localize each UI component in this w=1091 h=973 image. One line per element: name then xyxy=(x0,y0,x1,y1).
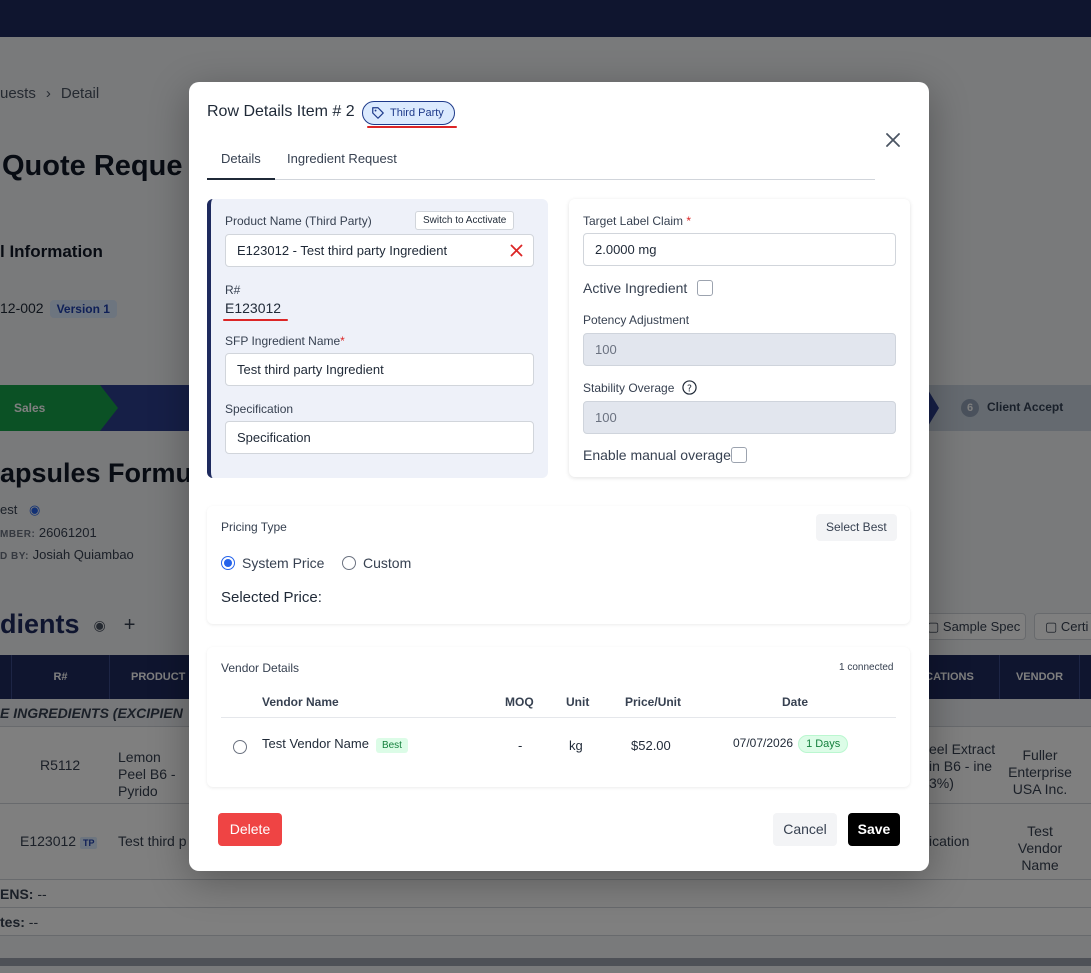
selected-price-label: Selected Price: xyxy=(221,589,322,606)
pricing-type-section: Pricing Type Select Best System Price Cu… xyxy=(207,506,910,624)
specification-label: Specification xyxy=(225,402,294,416)
tab-ingredient-request[interactable]: Ingredient Request xyxy=(273,142,411,180)
annotation-underline xyxy=(223,319,288,321)
sfp-ingredient-name-label-text: SFP Ingredient Name xyxy=(225,334,341,348)
best-badge: Best xyxy=(375,738,408,753)
vendor-details-section: Vendor Details 1 connected Vendor Name M… xyxy=(207,647,910,787)
vendor-name: Test Vendor Name xyxy=(262,736,369,751)
target-label-claim-input[interactable]: 2.0000 mg xyxy=(583,233,896,266)
modal-title: Row Details Item # 2 xyxy=(207,103,355,120)
row-details-modal: Row Details Item # 2 Third Party Details… xyxy=(189,82,929,871)
pricing-type-title: Pricing Type xyxy=(221,520,287,534)
vendor-unit: kg xyxy=(569,738,583,753)
rnum-label: R# xyxy=(225,283,241,297)
save-button[interactable]: Save xyxy=(848,813,900,846)
lead-days-badge: 1 Days xyxy=(798,735,849,753)
svg-text:?: ? xyxy=(687,383,692,394)
delete-button[interactable]: Delete xyxy=(218,813,282,846)
enable-manual-overage-checkbox[interactable] xyxy=(731,447,747,463)
third-party-badge: Third Party xyxy=(362,101,455,125)
column-header-price-unit: Price/Unit xyxy=(625,695,682,709)
active-ingredient-checkbox[interactable] xyxy=(697,280,713,296)
enable-manual-overage-label: Enable manual overage xyxy=(583,447,731,463)
modal-tabs: Details Ingredient Request xyxy=(207,142,875,180)
rnum-value: E123012 xyxy=(225,300,282,316)
tab-details[interactable]: Details xyxy=(207,142,275,180)
vendor-date-cell: 07/07/2026 1 Days xyxy=(733,735,849,753)
active-ingredient-label: Active Ingredient xyxy=(583,280,688,296)
help-question-icon[interactable]: ? xyxy=(682,380,697,395)
divider xyxy=(221,717,896,718)
vendor-details-title: Vendor Details xyxy=(221,661,300,675)
stability-overage-input[interactable]: 100 xyxy=(583,401,896,434)
column-header-moq: MOQ xyxy=(505,695,534,709)
column-header-date: Date xyxy=(782,695,809,709)
required-asterisk: * xyxy=(686,214,692,228)
product-name-label: Product Name (Third Party) xyxy=(225,214,372,228)
product-name-value: E123012 - Test third party Ingredient xyxy=(237,243,448,258)
sfp-ingredient-name-input[interactable]: Test third party Ingredient xyxy=(225,353,534,386)
potency-adjustment-input[interactable]: 100 xyxy=(583,333,896,366)
target-label-claim-label: Target Label Claim * xyxy=(583,214,691,228)
vendor-price: $52.00 xyxy=(631,738,671,753)
connected-count: 1 connected xyxy=(839,662,894,673)
system-price-label[interactable]: System Price xyxy=(242,555,324,571)
stability-overage-label: Stability Overage xyxy=(583,381,675,395)
close-icon[interactable] xyxy=(884,131,902,149)
required-asterisk: * xyxy=(340,334,345,348)
select-best-button[interactable]: Select Best xyxy=(816,514,897,541)
system-price-radio[interactable] xyxy=(221,556,235,570)
custom-price-label[interactable]: Custom xyxy=(363,555,411,571)
potency-adjustment-label: Potency Adjustment xyxy=(583,313,690,327)
vendor-date: 07/07/2026 xyxy=(733,736,794,750)
annotation-underline xyxy=(367,126,457,128)
column-header-unit: Unit xyxy=(566,695,590,709)
custom-price-radio[interactable] xyxy=(342,556,356,570)
third-party-badge-label: Third Party xyxy=(390,107,444,119)
product-name-input[interactable]: E123012 - Test third party Ingredient xyxy=(225,234,534,267)
vendor-select-radio[interactable] xyxy=(233,740,247,754)
switch-to-acctivate-button[interactable]: Switch to Acctivate xyxy=(415,211,515,230)
vendor-name-cell: Test Vendor Name Best xyxy=(262,736,408,753)
vendor-moq: - xyxy=(518,738,523,753)
tag-icon xyxy=(372,107,384,119)
label-claim-card: Target Label Claim * 2.0000 mg Active In… xyxy=(569,199,910,477)
clear-x-icon[interactable] xyxy=(510,244,523,257)
third-party-product-card: Product Name (Third Party) Switch to Acc… xyxy=(207,199,548,478)
specification-input[interactable]: Specification xyxy=(225,421,534,454)
cancel-button[interactable]: Cancel xyxy=(773,813,837,846)
target-label-claim-label-text: Target Label Claim xyxy=(583,214,684,228)
sfp-ingredient-name-label: SFP Ingredient Name* xyxy=(225,334,345,348)
column-header-vendor-name: Vendor Name xyxy=(262,695,339,709)
